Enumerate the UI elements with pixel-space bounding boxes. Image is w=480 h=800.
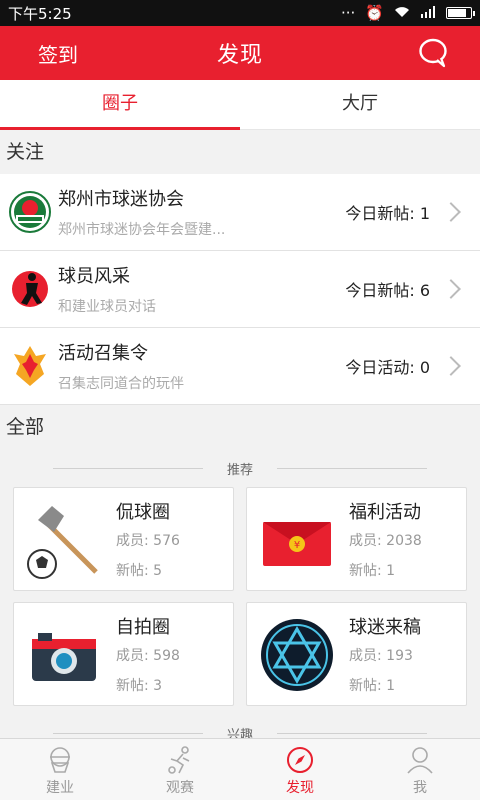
follow-section-title: 关注	[0, 130, 480, 174]
chevron-right-icon	[441, 356, 461, 376]
card-name: 球迷来稿	[349, 617, 421, 638]
card-members: 成员: 2038	[349, 533, 422, 549]
circle-card-selfie[interactable]: 自拍圈 成员: 598 新帖: 3	[13, 602, 234, 706]
nav-item-team[interactable]: 建业	[0, 739, 120, 800]
stat-value: 1	[419, 204, 430, 223]
player-silhouette-icon	[12, 271, 48, 307]
recommend-divider: 推荐	[0, 455, 480, 481]
divider-line	[277, 467, 427, 469]
tab-bar: 圈子 大厅	[0, 80, 480, 130]
signal-icon	[420, 4, 436, 22]
card-posts: 新帖: 3	[116, 678, 163, 694]
svg-text:¥: ¥	[294, 540, 300, 551]
hexagram-badge-icon	[261, 619, 333, 691]
stat-label: 今日活动:	[345, 358, 415, 377]
follow-item-desc: 召集志同道合的玩伴	[58, 376, 184, 392]
card-posts: 新帖: 1	[349, 563, 396, 579]
player-icon	[168, 746, 190, 774]
app-header: 签到 发现	[0, 26, 480, 80]
message-icon[interactable]	[418, 38, 448, 68]
card-name: 侃球圈	[116, 502, 170, 523]
person-icon	[407, 747, 433, 774]
circle-card-welfare[interactable]: ¥ 福利活动 成员: 2038 新帖: 1	[246, 487, 467, 591]
bottom-nav: 建业 观赛 发现 我	[0, 738, 480, 800]
chevron-right-icon	[441, 202, 461, 222]
fan-association-logo-icon	[9, 191, 51, 233]
tab-hall[interactable]: 大厅	[240, 80, 480, 129]
alarm-icon: ⏰	[365, 4, 384, 22]
tab-circles[interactable]: 圈子	[0, 80, 240, 130]
wifi-icon	[394, 4, 410, 22]
card-posts: 新帖: 5	[116, 563, 163, 579]
stat-label: 今日新帖:	[345, 204, 415, 223]
card-name: 自拍圈	[116, 617, 170, 638]
card-name: 福利活动	[349, 502, 421, 523]
follow-list: 郑州市球迷协会 郑州市球迷协会年会暨建... 今日新帖: 1 球员风采 和建业球…	[0, 174, 480, 405]
divider-line	[52, 732, 203, 734]
nav-label: 建业	[46, 780, 74, 796]
follow-item-name: 球员风采	[58, 266, 130, 287]
nav-label: 我	[413, 780, 427, 796]
nav-item-me[interactable]: 我	[360, 739, 480, 800]
follow-item-event-call[interactable]: 活动召集令 召集志同道合的玩伴 今日活动: 0	[0, 328, 480, 405]
page-title: 发现	[216, 43, 263, 68]
follow-item-desc: 郑州市球迷协会年会暨建...	[58, 222, 226, 238]
follow-item-stat: 今日活动: 0	[345, 354, 430, 378]
divider-line	[52, 467, 203, 469]
compass-icon	[287, 747, 313, 773]
follow-item-stat: 今日新帖: 6	[345, 277, 430, 301]
camera-icon	[32, 633, 96, 681]
stat-label: 今日新帖:	[345, 281, 415, 300]
recommend-label: 推荐	[226, 462, 253, 478]
follow-item-name: 郑州市球迷协会	[58, 189, 184, 210]
nav-item-discover[interactable]: 发现	[240, 739, 360, 800]
flame-badge-icon	[14, 346, 46, 386]
follow-item-stat: 今日新帖: 1	[345, 200, 430, 224]
nav-label: 观赛	[166, 780, 194, 796]
circle-card-chat[interactable]: 侃球圈 成员: 576 新帖: 5	[13, 487, 234, 591]
circle-card-fan-submissions[interactable]: 球迷来稿 成员: 193 新帖: 1	[246, 602, 467, 706]
nav-label: 发现	[286, 780, 314, 796]
team-icon	[50, 747, 70, 773]
follow-item-name: 活动召集令	[58, 343, 148, 364]
stat-value: 6	[419, 281, 430, 300]
status-bar: 下午5:25 ··· ⏰	[0, 0, 480, 26]
chevron-right-icon	[441, 279, 461, 299]
follow-item-fan-association[interactable]: 郑州市球迷协会 郑州市球迷协会年会暨建... 今日新帖: 1	[0, 174, 480, 251]
checkin-button[interactable]: 签到	[38, 39, 78, 68]
more-icon: ···	[341, 4, 356, 22]
follow-item-desc: 和建业球员对话	[58, 299, 156, 315]
axe-ball-icon	[27, 506, 98, 579]
red-envelope-icon: ¥	[263, 522, 331, 566]
follow-item-player-style[interactable]: 球员风采 和建业球员对话 今日新帖: 6	[0, 251, 480, 328]
stat-value: 0	[419, 358, 430, 377]
status-time: 下午5:25	[8, 4, 72, 23]
card-posts: 新帖: 1	[349, 678, 396, 694]
all-section-title: 全部	[0, 405, 480, 449]
card-members: 成员: 598	[116, 648, 180, 664]
divider-line	[277, 732, 427, 734]
card-members: 成员: 576	[116, 533, 180, 549]
battery-icon	[446, 7, 475, 19]
card-members: 成员: 193	[349, 648, 413, 664]
nav-item-watch[interactable]: 观赛	[120, 739, 240, 800]
